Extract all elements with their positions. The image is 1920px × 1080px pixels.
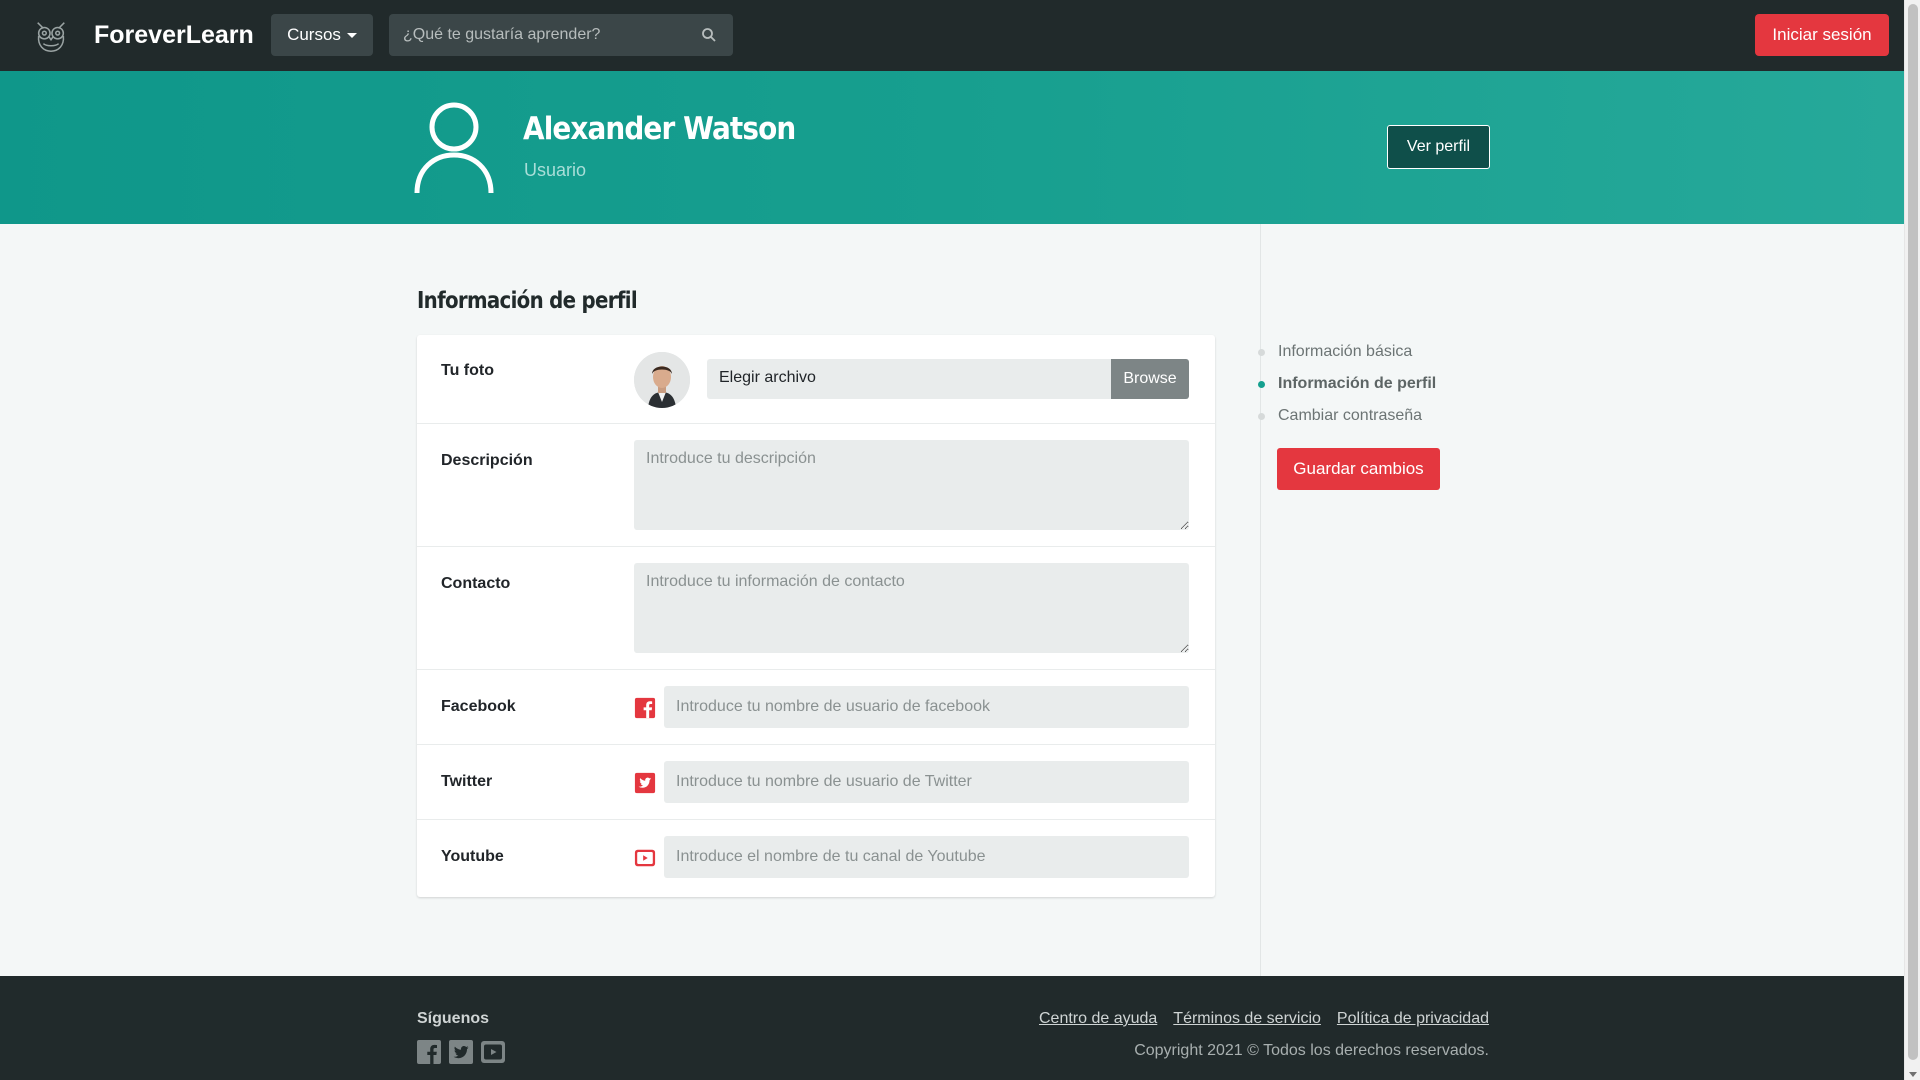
footer-links: Centro de ayuda Términos de servicio Pol… [1039,1010,1489,1028]
contact-row: Contacto [417,547,1215,670]
search-input[interactable] [389,26,689,44]
nav-dot-icon [1258,348,1265,356]
brand-name[interactable]: ForeverLearn [94,18,254,52]
user-avatar-icon [414,102,494,194]
description-textarea[interactable] [634,440,1189,530]
facebook-icon [634,697,656,719]
contact-textarea[interactable] [634,563,1189,653]
user-photo-image [634,352,690,408]
help-center-link[interactable]: Centro de ayuda [1039,1010,1157,1028]
login-button[interactable]: Iniciar sesión [1755,14,1889,56]
side-nav-profile-info[interactable]: Información de perfil [1258,368,1436,400]
contact-label: Contacto [441,575,511,592]
save-changes-button[interactable]: Guardar cambios [1277,448,1440,490]
privacy-policy-link[interactable]: Política de privacidad [1337,1010,1489,1028]
side-nav-change-password[interactable]: Cambiar contraseña [1258,400,1436,432]
page-scrollbar[interactable] [1904,0,1920,1080]
nav-dot-icon [1258,412,1265,420]
youtube-icon [634,849,656,867]
user-name: Alexander Watson [523,111,796,147]
side-nav-label: Cambiar contraseña [1278,407,1423,424]
section-title: Información de perfil [417,288,638,314]
youtube-icon[interactable] [481,1040,505,1064]
user-role: Usuario [524,160,587,180]
facebook-input[interactable] [664,686,1189,728]
side-nav-basic-info[interactable]: Información básica [1258,336,1436,368]
youtube-label: Youtube [441,848,504,865]
file-input-label: Elegir archivo [719,369,816,386]
nav-dot-icon [1258,380,1265,388]
view-profile-button[interactable]: Ver perfil [1387,125,1490,169]
facebook-icon[interactable] [417,1040,441,1064]
scrollbar-thumb[interactable] [1908,4,1918,1060]
owl-logo-icon[interactable] [32,17,70,55]
twitter-label: Twitter [441,773,493,790]
scroll-down-arrow-icon[interactable] [1909,1072,1917,1077]
photo-label: Tu foto [441,362,495,379]
youtube-input[interactable] [664,836,1189,878]
twitter-icon [634,772,656,794]
courses-label: Cursos [287,25,341,44]
main-content: Información de perfil Tu foto Elegir arc… [0,224,1904,976]
twitter-input[interactable] [664,761,1189,803]
page-footer: Síguenos Centro de ayuda Términos de ser… [0,976,1904,1080]
twitter-icon[interactable] [449,1040,473,1064]
youtube-row: Youtube [417,820,1215,897]
follow-icons [417,1040,505,1064]
photo-row: Tu foto Elegir archivo Browse [417,335,1215,424]
twitter-row: Twitter [417,745,1215,820]
terms-of-service-link[interactable]: Términos de servicio [1173,1010,1321,1028]
facebook-row: Facebook [417,670,1215,745]
description-label: Descripción [441,452,533,469]
description-row: Descripción [417,424,1215,547]
search-icon[interactable] [701,27,717,43]
side-nav-label: Información de perfil [1278,375,1437,392]
caret-down-icon [346,32,357,38]
copyright-text: Copyright 2021 © Todos los derechos rese… [1134,1042,1489,1059]
browse-button[interactable]: Browse [1111,359,1189,399]
search-box [389,14,733,56]
side-nav-label: Información básica [1278,343,1413,360]
profile-form-card: Tu foto Elegir archivo Browse Descripció… [417,335,1215,897]
top-navbar: ForeverLearn Cursos Iniciar sesión [0,0,1904,71]
settings-side-nav: Información básica Información de perfil… [1258,336,1436,432]
courses-dropdown-button[interactable]: Cursos [271,14,373,56]
photo-file-input[interactable]: Elegir archivo Browse [707,359,1189,399]
profile-hero: Alexander Watson Usuario Ver perfil [0,71,1904,224]
user-photo-thumbnail [634,352,690,408]
follow-us-title: Síguenos [417,1010,490,1027]
facebook-label: Facebook [441,698,516,715]
